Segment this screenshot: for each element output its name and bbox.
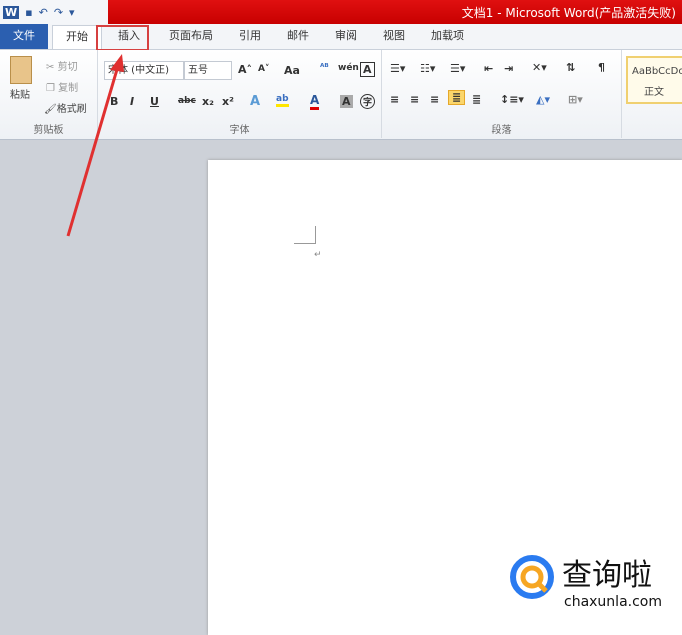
watermark-url: chaxunla.com bbox=[564, 594, 662, 610]
watermark-logo: 查询啦 chaxunla.com bbox=[508, 548, 682, 618]
red-arrow-annotation bbox=[66, 54, 124, 237]
watermark-name: 查询啦 bbox=[562, 558, 652, 593]
search-logo-icon bbox=[510, 555, 554, 599]
